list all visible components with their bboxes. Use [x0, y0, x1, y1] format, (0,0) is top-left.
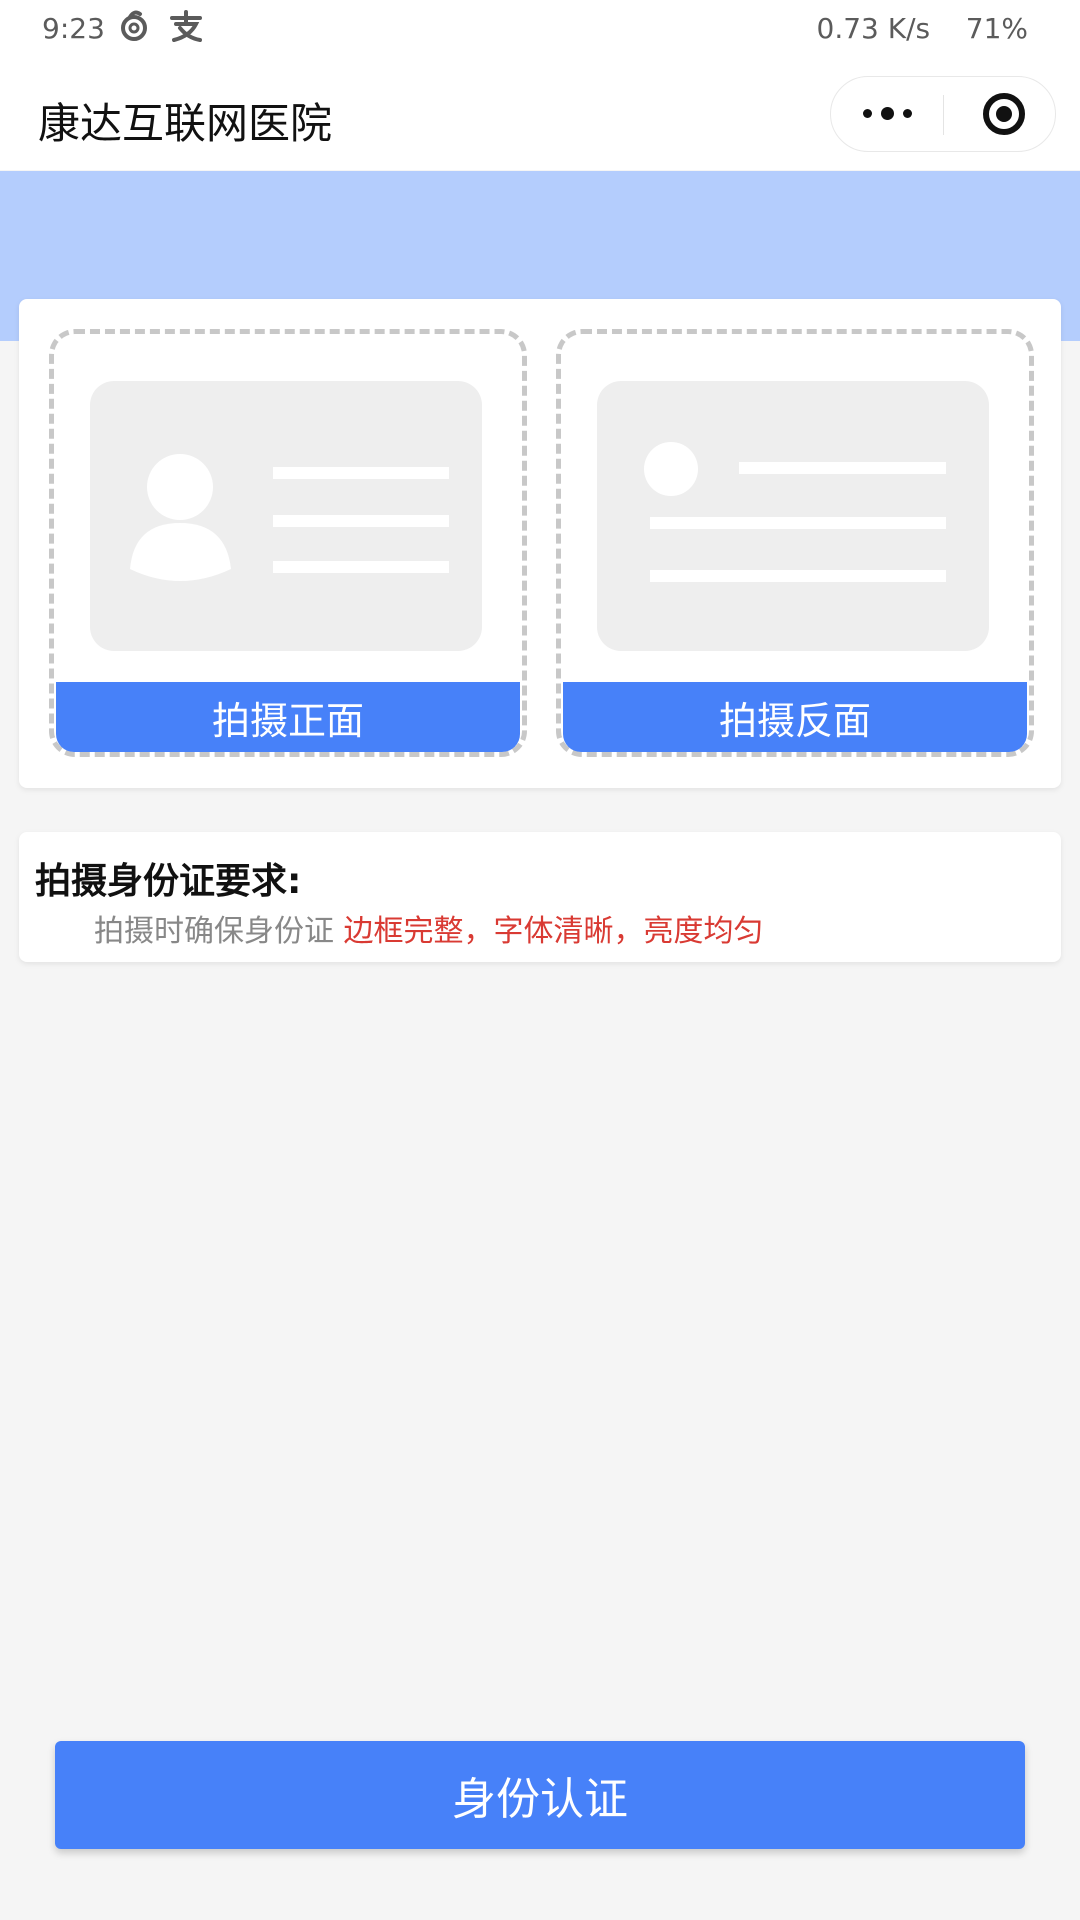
close-mini-program-button[interactable]	[983, 93, 1025, 135]
more-dot	[862, 109, 872, 118]
netease-music-icon	[121, 10, 147, 41]
network-speed: 0.73 K/s	[816, 12, 931, 45]
nav-bar: 康达互联网医院	[0, 58, 1080, 170]
status-bar: 9:23 0.73 K/s 71%	[0, 0, 1080, 58]
capture-back-button[interactable]: 拍摄反面	[563, 682, 1027, 752]
requirements-card: 拍摄身份证要求: 拍摄时确保身份证 边框完整，字体清晰，亮度均匀	[19, 832, 1061, 962]
requirements-title: 拍摄身份证要求:	[35, 861, 302, 902]
requirements-highlight: 边框完整，字体清晰，亮度均匀	[343, 914, 764, 949]
verify-identity-button[interactable]: 身份认证	[55, 1741, 1025, 1849]
more-dot	[902, 109, 912, 118]
capture-front-button[interactable]: 拍摄正面	[56, 682, 520, 752]
mini-program-capsule	[830, 76, 1056, 152]
status-indicators: 0.73 K/s 71%	[817, 12, 1028, 45]
id-back-illustration-icon	[644, 442, 946, 582]
id-front-slot[interactable]: 拍摄正面	[49, 329, 527, 757]
id-front-illustration-icon	[130, 454, 449, 581]
id-front-placeholder	[90, 381, 482, 651]
status-time: 9:23	[42, 12, 105, 45]
id-back-slot[interactable]: 拍摄反面	[556, 329, 1034, 757]
page-title: 康达互联网医院	[38, 99, 333, 148]
battery-level: 71%	[965, 12, 1028, 45]
id-back-placeholder	[597, 381, 989, 651]
capsule-divider	[943, 95, 944, 135]
alipay-icon	[170, 10, 202, 42]
requirements-prefix: 拍摄时确保身份证	[94, 914, 334, 949]
more-dot	[880, 107, 894, 120]
requirements-text: 拍摄时确保身份证 边框完整，字体清晰，亮度均匀	[94, 906, 764, 950]
more-button[interactable]	[831, 77, 943, 150]
id-upload-card: 拍摄正面 拍摄反面	[19, 299, 1061, 788]
